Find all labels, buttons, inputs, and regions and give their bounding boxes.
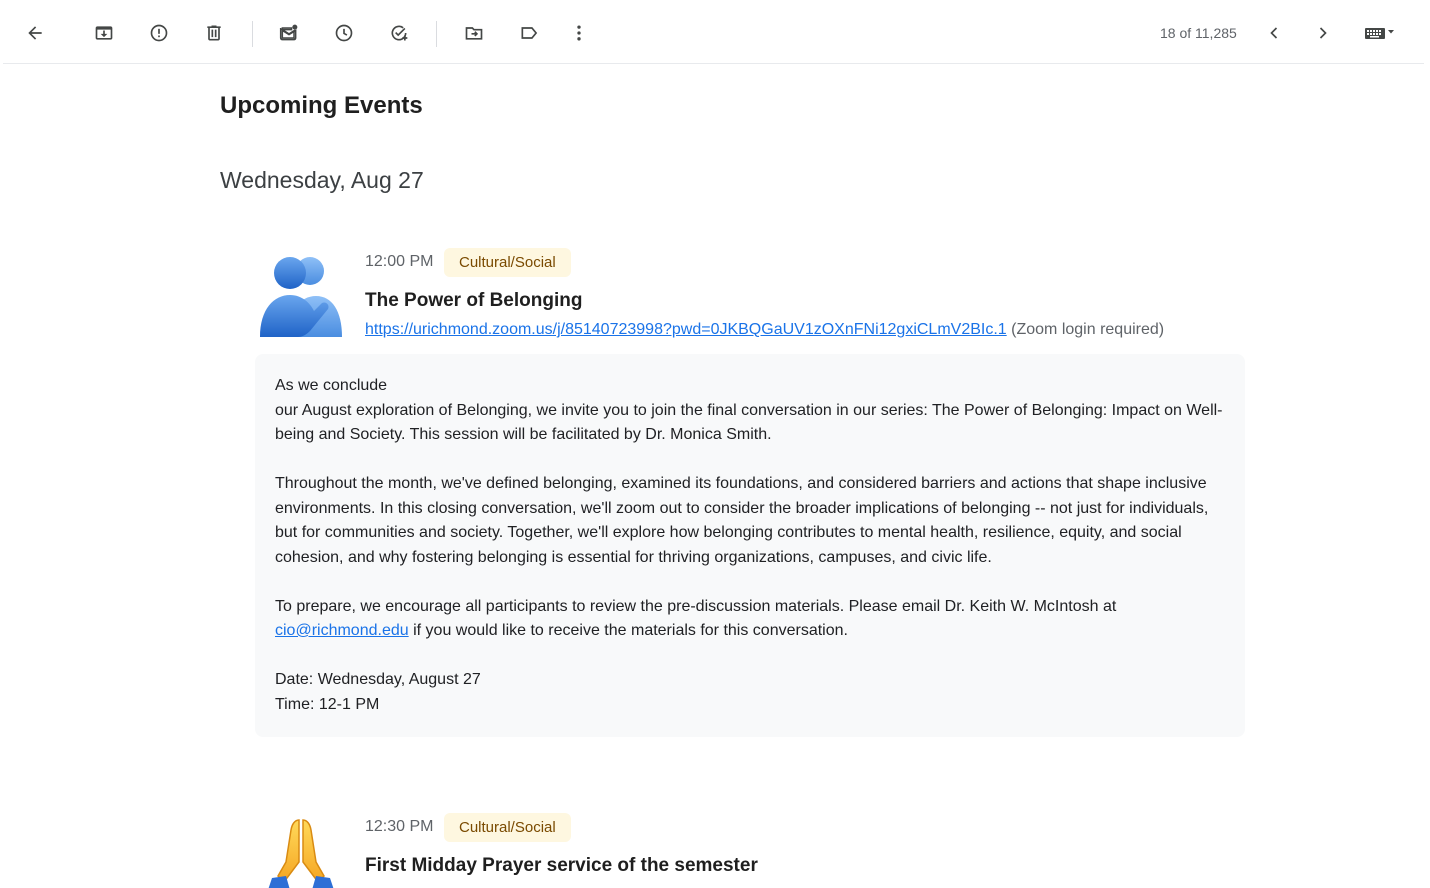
- event-title: First Midday Prayer service of the semes…: [365, 855, 758, 876]
- mark-unread-button[interactable]: [271, 15, 307, 51]
- description-schedule: Date: Wednesday, August 27 Time: 12-1 PM: [275, 668, 1225, 717]
- people-hugging-icon: [260, 257, 342, 337]
- category-badge: Cultural/Social: [444, 813, 571, 842]
- event-link-line: https://urichmond.zoom.us/j/85140723998?…: [365, 321, 1164, 339]
- arrow-left-icon: [28, 26, 42, 40]
- description-line: As we conclude: [275, 377, 388, 394]
- move-to-button[interactable]: [456, 15, 492, 51]
- clock-icon: [335, 24, 353, 42]
- trash-icon: [207, 25, 221, 41]
- archive-icon: [95, 26, 113, 40]
- event-description: As we conclude our August exploration of…: [255, 354, 1245, 737]
- description-time: Time: 12-1 PM: [275, 695, 380, 713]
- category-badge: Cultural/Social: [444, 248, 571, 277]
- folded-hands-icon: [268, 819, 334, 888]
- description-paragraph: To prepare, we encourage all participant…: [275, 595, 1225, 644]
- description-text: if you would like to receive the materia…: [413, 622, 848, 639]
- label-icon: [521, 27, 538, 39]
- description-date: Date: Wednesday, August 27: [275, 671, 481, 688]
- add-task-icon: [391, 25, 408, 41]
- description-line: our August exploration of Belonging, we …: [275, 401, 1223, 444]
- newer-button[interactable]: [1305, 15, 1341, 51]
- event-time: 12:00 PM: [365, 253, 434, 270]
- mark-unread-icon: [279, 24, 298, 41]
- date-heading: Wednesday, Aug 27: [220, 167, 424, 193]
- toolbar-divider: [436, 21, 437, 47]
- label-button[interactable]: [511, 15, 547, 51]
- report-spam-icon: [150, 24, 168, 42]
- description-text: To prepare, we encourage all participant…: [275, 597, 1117, 615]
- add-task-button[interactable]: [381, 15, 417, 51]
- move-to-folder-icon: [465, 27, 483, 40]
- zoom-link[interactable]: https://urichmond.zoom.us/j/85140723998?…: [365, 321, 1007, 338]
- more-vertical-icon: [577, 25, 581, 41]
- more-button[interactable]: [561, 15, 597, 51]
- toolbar-divider: [252, 21, 253, 47]
- chevron-right-icon: [1319, 27, 1327, 39]
- snooze-button[interactable]: [326, 15, 362, 51]
- description-paragraph: Throughout the month, we've defined belo…: [275, 475, 1209, 566]
- report-spam-button[interactable]: [141, 15, 177, 51]
- keyboard-icon: [1365, 28, 1394, 39]
- email-heading: Upcoming Events: [220, 92, 423, 119]
- back-button[interactable]: [17, 15, 53, 51]
- chevron-left-icon: [1270, 27, 1278, 39]
- contact-email-link[interactable]: cio@richmond.edu: [275, 622, 409, 639]
- pagination-count: 18 of 11,285: [1160, 25, 1237, 41]
- older-button[interactable]: [1256, 15, 1292, 51]
- archive-button[interactable]: [86, 15, 122, 51]
- delete-button[interactable]: [196, 15, 232, 51]
- event-time: 12:30 PM: [365, 818, 434, 835]
- zoom-login-note: (Zoom login required): [1011, 321, 1165, 338]
- input-tools-button[interactable]: [1355, 15, 1403, 51]
- event-title: The Power of Belonging: [365, 290, 583, 311]
- message-body: Upcoming Events Wednesday, Aug 27 12:00 …: [0, 64, 1430, 888]
- description-intro: As we conclude our August exploration of…: [275, 374, 1225, 448]
- message-toolbar: 18 of 11,285: [3, 3, 1424, 64]
